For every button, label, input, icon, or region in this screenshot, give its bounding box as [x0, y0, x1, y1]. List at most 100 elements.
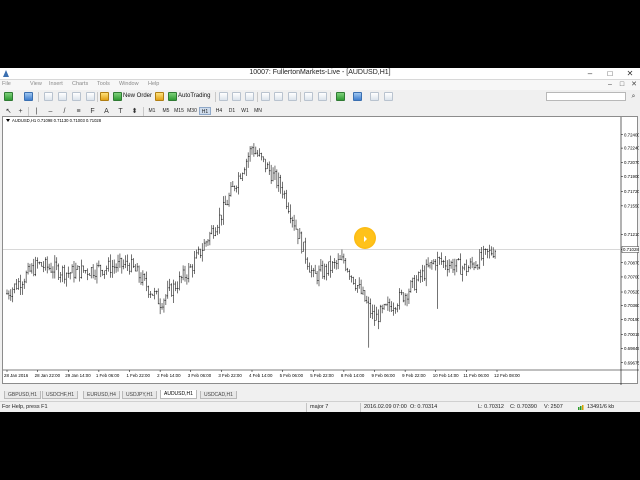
- trendline-icon[interactable]: /: [60, 107, 69, 116]
- chart-ohlc-header: AUDUSD,H1 0.71098 0.71130 0.71003 0.7102…: [12, 118, 102, 123]
- time-tick-label: 9 Feb 06:00: [372, 373, 396, 378]
- price-tick-label: 0.69845: [624, 346, 639, 351]
- timeframe-m5[interactable]: M5: [160, 107, 172, 115]
- text-icon[interactable]: A: [102, 107, 111, 116]
- horizontal-line-icon[interactable]: –: [46, 107, 55, 116]
- tab-usdjpy[interactable]: USDJPY,H1: [122, 391, 157, 399]
- timeframe-h4[interactable]: H4: [213, 107, 225, 115]
- chart-restore-button[interactable]: □: [618, 81, 626, 89]
- time-tick-label: 5 Feb 06:00: [280, 373, 304, 378]
- status-low: L: 0.70312: [478, 404, 504, 410]
- price-tick-label: 0.71550: [624, 203, 639, 208]
- status-profile[interactable]: major 7: [310, 404, 328, 410]
- indicators-icon[interactable]: [336, 92, 345, 101]
- autotrading-button[interactable]: AutoTrading: [178, 93, 210, 99]
- autotrading-icon[interactable]: [168, 92, 177, 101]
- tab-gbpusd[interactable]: GBPUSD,H1: [4, 391, 41, 399]
- time-tick-label: 3 Feb 22:00: [218, 373, 242, 378]
- tab-audusd[interactable]: AUDUSD,H1: [160, 390, 197, 399]
- meta-editor-icon[interactable]: [100, 92, 109, 101]
- price-tick-label: 0.72240: [624, 146, 639, 151]
- status-volume: V: 2507: [544, 404, 563, 410]
- price-tick-label: 0.72070: [624, 160, 639, 165]
- vertical-line-icon[interactable]: |: [32, 107, 41, 116]
- timeframe-m15[interactable]: M15: [173, 107, 185, 115]
- time-tick-label: 9 Feb 22:00: [402, 373, 426, 378]
- tab-eurusd[interactable]: EURUSD,H4: [83, 391, 120, 399]
- zoom-out-icon[interactable]: [274, 92, 283, 101]
- profiles-icon[interactable]: [24, 92, 33, 101]
- title-bar: 10007: FullertonMarkets-Live - [AUDUSD,H…: [0, 68, 640, 80]
- terminal-icon[interactable]: [86, 92, 95, 101]
- chart-tabs: GBPUSD,H1 USDCHF,H1 EURUSD,H4 USDJPY,H1 …: [0, 390, 640, 400]
- chart-minimize-button[interactable]: –: [606, 81, 614, 89]
- market-watch-icon[interactable]: [44, 92, 53, 101]
- periods-icon[interactable]: [353, 92, 362, 101]
- close-button[interactable]: ✕: [620, 68, 640, 80]
- new-order-button[interactable]: New Order: [123, 93, 152, 99]
- timeframe-h1[interactable]: H1: [199, 107, 211, 115]
- zoom-in-icon[interactable]: [261, 92, 270, 101]
- line-chart-icon[interactable]: [245, 92, 254, 101]
- tab-usdcad[interactable]: USDCAD,H1: [200, 391, 237, 399]
- chart-area[interactable]: 0.72400 0.72240 0.72070 0.71900 0.71720 0.715…: [2, 116, 639, 385]
- time-tick-label: 3 Feb 06:00: [188, 373, 212, 378]
- search-icon[interactable]: ⌕: [629, 92, 638, 101]
- price-tick-label: 0.71900: [624, 174, 639, 179]
- fibonacci-icon[interactable]: F: [88, 107, 97, 116]
- expert-icon[interactable]: [155, 92, 164, 101]
- menu-insert[interactable]: Insert: [49, 81, 63, 87]
- auto-scroll-icon[interactable]: [304, 92, 313, 101]
- chart-shift-icon[interactable]: [318, 92, 327, 101]
- menu-file[interactable]: File: [2, 81, 11, 87]
- new-order-icon[interactable]: [113, 92, 122, 101]
- menu-view[interactable]: View: [30, 81, 42, 87]
- crosshair-icon[interactable]: +: [16, 107, 25, 116]
- data-window-icon[interactable]: [58, 92, 67, 101]
- time-tick-label: 8 Feb 14:00: [341, 373, 365, 378]
- tab-usdchf[interactable]: USDCHF,H1: [42, 391, 79, 399]
- equidistant-channel-icon[interactable]: ≡: [74, 107, 83, 116]
- timeframe-d1[interactable]: D1: [226, 107, 238, 115]
- menu-help[interactable]: Help: [148, 81, 159, 87]
- screen-recording-frame: 10007: FullertonMarkets-Live - [AUDUSD,H…: [0, 0, 640, 480]
- minimize-button[interactable]: –: [580, 68, 600, 80]
- maximize-button[interactable]: □: [600, 68, 620, 80]
- standard-toolbar: New Order AutoTrading ⌕: [0, 90, 640, 104]
- text-label-icon[interactable]: T: [116, 107, 125, 116]
- current-price-label: 0.71028: [623, 247, 639, 252]
- tile-windows-icon[interactable]: [288, 92, 297, 101]
- price-chart[interactable]: 0.72400 0.72240 0.72070 0.71900 0.71720 0.715…: [3, 117, 639, 385]
- bar-chart-icon[interactable]: [219, 92, 228, 101]
- menu-window[interactable]: Window: [119, 81, 139, 87]
- status-datetime: 2016.02.09 07:00: [364, 404, 407, 410]
- time-tick-label: 4 Feb 14:00: [249, 373, 273, 378]
- timeframe-m30[interactable]: M30: [186, 107, 198, 115]
- price-tick-label: 0.70870: [624, 260, 639, 265]
- navigator-icon[interactable]: [72, 92, 81, 101]
- templates-icon[interactable]: [370, 92, 379, 101]
- price-tick-label: 0.72400: [624, 132, 639, 137]
- arrows-icon[interactable]: ⬍: [130, 107, 139, 116]
- dropdown-triangle-icon[interactable]: [6, 119, 10, 123]
- new-chart-icon[interactable]: [4, 92, 13, 101]
- chart-properties-icon[interactable]: [384, 92, 393, 101]
- time-tick-label: 29 Jan 14:00: [65, 373, 91, 378]
- menu-charts[interactable]: Charts: [72, 81, 88, 87]
- timeframe-w1[interactable]: W1: [239, 107, 251, 115]
- chart-close-button[interactable]: ✕: [630, 81, 638, 89]
- price-tick-label: 0.69675: [624, 360, 639, 365]
- candlestick-icon[interactable]: [232, 92, 241, 101]
- mouse-pointer-icon: [364, 236, 367, 242]
- time-tick-label: 1 Feb 06:00: [96, 373, 120, 378]
- time-tick-label: 28 Jan 22:00: [35, 373, 61, 378]
- price-tick-label: 0.71210: [624, 232, 639, 237]
- cursor-icon[interactable]: ↖: [4, 107, 13, 116]
- timeframe-m1[interactable]: M1: [146, 107, 158, 115]
- timeframe-mn[interactable]: MN: [252, 107, 264, 115]
- menu-bar: File View Insert Charts Tools Window Hel…: [0, 80, 640, 90]
- price-tick-label: 0.70190: [624, 317, 639, 322]
- menu-tools[interactable]: Tools: [97, 81, 110, 87]
- search-input[interactable]: [546, 92, 626, 101]
- connection-icon: [578, 405, 584, 410]
